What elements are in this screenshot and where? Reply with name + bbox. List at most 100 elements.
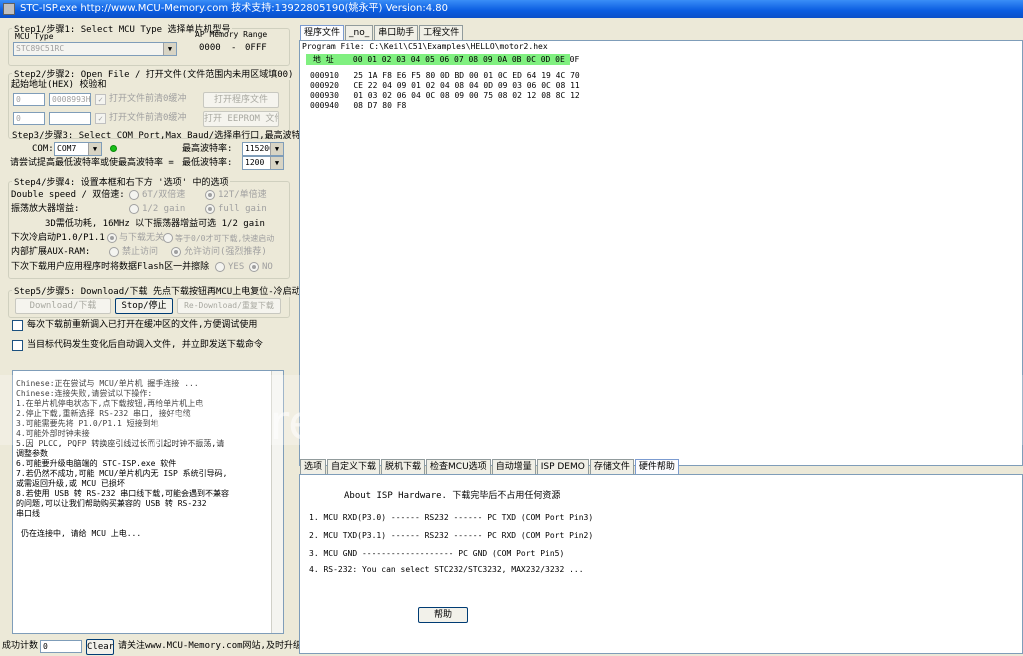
hex-row: 000930 01 03 02 06 04 0C 08 09 00 75 08 … [310,91,580,100]
log-line: 2.停止下载,重新选择 RS-232 串口, 接好电缆 [16,409,191,418]
clear-buffer-checkbox-1[interactable]: ✓ [95,94,106,105]
tab-hardware-help[interactable]: 硬件帮助 [634,459,679,474]
title-bar[interactable]: STC-ISP.exe http://www.MCU-Memory.com 技术… [0,0,1023,18]
min-baud-value: 1200 [245,158,265,167]
window-title: STC-ISP.exe http://www.MCU-Memory.com 技术… [20,3,448,14]
step2-legend: Step2/步骤2: Open File / 打开文件(文件范围内未用区域填00… [12,67,296,80]
message-log[interactable]: Chinese:正在尝试与 MCU/单片机 握手连接 ... Chinese:连… [12,370,284,634]
radio-6t-label: 6T/双倍速 [142,190,186,200]
aux-ram-label: 内部扩展AUX-RAM: [11,247,91,257]
step3-group: Step3/步骤3: Select COM Port,Max Baud/选择串行… [8,131,310,170]
start-address-label: 起始地址(HEX) 校验和 [11,80,107,90]
log-scrollbar[interactable] [271,371,283,633]
log-line: 8.若使用 USB 转 RS-232 串口线下载,可能会遇到不兼容 [16,489,230,498]
radio-p10-unrelated-label: 与下载无关 [119,233,165,243]
checksum-input-2[interactable] [49,112,91,125]
ap-dash: - [231,43,237,53]
step2-group: Step2/步骤2: Open File / 打开文件(文件范围内未用区域填00… [8,67,296,139]
radio-flash-yes[interactable] [215,262,225,272]
clear-buffer-label-2: 打开文件前清0缓冲 [109,113,187,123]
ap-memory-label: AP Memory Range [195,30,268,39]
ap-start: 0000 [199,43,221,53]
app-icon [3,3,15,15]
min-baud-label: 最低波特率: [182,158,233,168]
radio-p10-zero[interactable] [163,233,173,243]
reload-before-download-checkbox[interactable] [12,320,23,331]
bottom-tab-bar: 选项 自定义下载 脱机下载 检查MCU选项 自动增量 ISP DEMO 存储文件 硬件帮助 [300,459,680,474]
chevron-down-icon: ▼ [270,143,283,155]
max-baud-label: 最高波特率: [182,144,233,154]
redownload-button[interactable]: Re-Download/重复下载 [177,298,281,314]
log-line: 7.若仍然不成功,可能 MCU/单片机内无 ISP 系统引导码, [16,469,228,478]
download-button[interactable]: Download/下载 [15,298,111,314]
program-file-path: Program File: C:\Keil\C51\Examples\HELLO… [302,42,548,51]
stop-button[interactable]: Stop/停止 [115,298,173,314]
status-led-icon [110,145,117,152]
tab-isp-demo[interactable]: ISP DEMO [536,459,589,474]
log-line: 5.因 PLCC, PQFP 转换座引线过长而引起时钟不振荡,请 [16,439,225,448]
top-tab-bar: 程序文件 _no_ 串口助手 工程文件 [300,25,464,40]
help-line: 3. MCU GND ------------------- PC GND (C… [309,549,565,558]
tab-auto-increment[interactable]: 自动增量 [491,459,536,474]
radio-full-gain[interactable] [205,204,215,214]
hex-row: 000920 CE 22 04 09 01 02 04 08 04 0D 09 … [310,81,580,90]
tab-options[interactable]: 选项 [300,459,327,474]
log-line: 或需返回升级,或 MCU 已损坏 [16,479,125,488]
help-heading: About ISP Hardware. 下载完毕后不占用任何资源 [344,491,561,501]
log-line: 串口线 [16,509,40,518]
start-address-input-2[interactable]: 0 [13,112,45,125]
baud-hint: 请尝试提高最低波特率或使最高波特率 = [10,158,174,168]
help-button[interactable]: 帮助 [418,607,468,623]
tab-custom-download[interactable]: 自定义下载 [327,459,381,474]
hex-row: 000940 08 D7 80 F8 [310,101,407,110]
gain-label: 振荡放大器增益: [11,204,80,214]
radio-p10-unrelated[interactable] [107,233,117,243]
tab-check-mcu-options[interactable]: 检查MCU选项 [426,459,491,474]
com-label: COM: [32,144,54,154]
clear-count-button[interactable]: Clear [86,639,114,655]
tab-serial-assistant[interactable]: 串口助手 [374,25,419,40]
tab-offline-download[interactable]: 脱机下载 [381,459,426,474]
radio-12t[interactable] [205,190,215,200]
radio-flash-no-label: NO [262,262,273,272]
clear-buffer-checkbox-2[interactable]: ✓ [95,113,106,124]
tab-save-file[interactable]: 存储文件 [589,459,634,474]
right-pane: 程序文件 _no_ 串口助手 工程文件 Program File: C:\Keil\C… [298,18,1023,656]
radio-aux-enable[interactable] [171,247,181,257]
radio-6t[interactable] [129,190,139,200]
hex-row: 000910 25 1A F8 E6 F5 80 0D BD 00 01 0C … [310,71,580,80]
p10-label: 下次冷启动P1.0/P1.1 [11,233,105,243]
radio-half-gain-label: 1/2 gain [142,204,186,214]
success-count-input[interactable]: 0 [40,640,82,653]
com-port-select[interactable]: COM7 ▼ [54,142,102,156]
open-eeprom-file-button[interactable]: 打开 EEPROM 文件 [203,111,279,127]
step4-legend: Step4/步骤4: 设置本框和右下方 '选项' 中的选项 [12,175,231,188]
program-file-panel[interactable]: Program File: C:\Keil\C51\Examples\HELLO… [299,40,1023,466]
log-line: 6.可能要升级电脑端的 STC-ISP.exe 软件 [16,459,177,468]
max-baud-select[interactable]: 115200 ▼ [242,142,284,156]
upgrade-notice: 请关注www.MCU-Memory.com网站,及时升级 [118,641,302,651]
checksum-input-1[interactable]: 0008993H [49,93,91,106]
hardware-help-panel: About ISP Hardware. 下载完毕后不占用任何资源 1. MCU … [299,474,1023,654]
log-line: 4.可能外部时钟未接 [16,429,90,438]
tab-no[interactable]: _no_ [345,25,374,40]
open-program-file-button[interactable]: 打开程序文件 [203,92,279,108]
step5-legend: Step5/步骤5: Download/下载 先点下载按钮再MCU上电复位-冷启… [12,284,303,297]
step4-group: Step4/步骤4: 设置本框和右下方 '选项' 中的选项 Double spe… [8,175,290,279]
left-pane: Step1/步骤1: Select MCU Type 选择单片机型号 MCU T… [0,18,310,656]
radio-aux-disable[interactable] [109,247,119,257]
gain-note: 3D需低功耗, 16MHz 以下振荡器增益可选 1/2 gain [45,219,265,229]
help-line: 2. MCU TXD(P3.1) ------ RS232 ------ PC … [309,531,594,540]
tab-project-file[interactable]: 工程文件 [419,25,464,40]
auto-reload-checkbox[interactable] [12,340,23,351]
min-baud-select[interactable]: 1200 ▼ [242,156,284,170]
tab-program-file[interactable]: 程序文件 [300,25,345,40]
radio-half-gain[interactable] [129,204,139,214]
help-line: 1. MCU RXD(P3.0) ------ RS232 ------ PC … [309,513,594,522]
start-address-input-1[interactable]: 0 [13,93,45,106]
radio-flash-no[interactable] [249,262,259,272]
mcu-type-select[interactable]: STC89C51RC ▼ [13,42,177,56]
step3-legend: Step3/步骤3: Select COM Port,Max Baud/选择串行… [12,131,310,141]
clear-buffer-label-1: 打开文件前清0缓冲 [109,94,187,104]
radio-aux-disable-label: 禁止访问 [122,247,159,257]
